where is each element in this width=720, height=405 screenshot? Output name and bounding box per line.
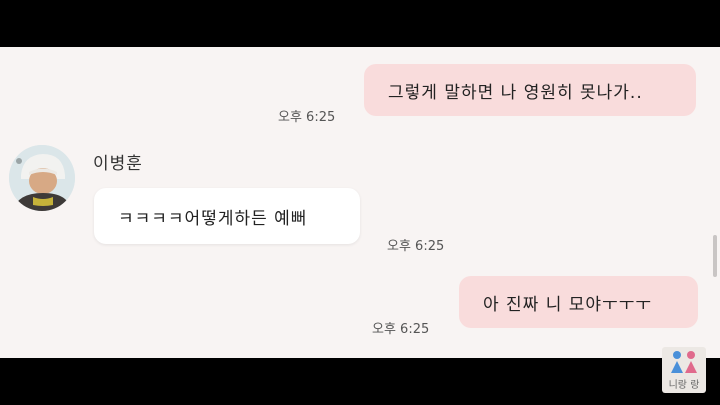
my-message-bubble[interactable]: 그렇게 말하면 나 영원히 못나가.. [364,64,696,116]
other-message-bubble[interactable]: ㅋㅋㅋㅋ어떻게하든 예뻐 [94,188,360,244]
message-text: ㅋㅋㅋㅋ어떻게하든 예뻐 [118,208,308,229]
scrollbar[interactable] [713,235,717,277]
message-time: 오후 6:25 [372,322,430,337]
sender-name: 이병훈 [93,154,143,174]
message-text: 그렇게 말하면 나 영원히 못나가.. [388,82,643,103]
message-text: 아 진짜 니 모야ㅜㅜㅜ [483,294,652,315]
channel-watermark: 니랑 랑 [662,347,706,393]
profile-photo-icon [9,145,75,211]
message-time: 오후 6:25 [278,110,336,125]
chat-screen: 그렇게 말하면 나 영원히 못나가.. 오후 6:25 이병훈 ㅋㅋㅋㅋ어떻게하… [0,47,720,358]
message-time: 오후 6:25 [387,239,445,254]
watermark-text: 니랑 랑 [668,380,700,391]
my-message-bubble[interactable]: 아 진짜 니 모야ㅜㅜㅜ [459,276,698,328]
avatar[interactable] [9,145,75,211]
